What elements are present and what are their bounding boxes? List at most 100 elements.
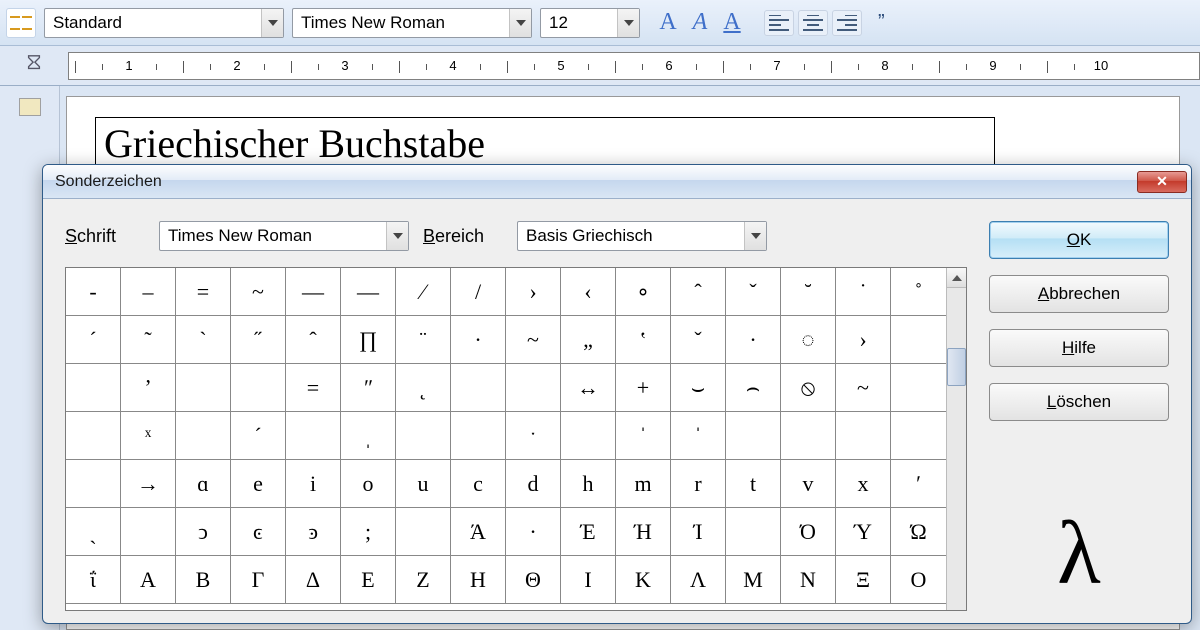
character-cell[interactable] bbox=[781, 412, 836, 460]
character-cell[interactable]: ˚ bbox=[891, 268, 946, 316]
character-cell[interactable]: Δ bbox=[286, 556, 341, 604]
character-cell[interactable]: Θ bbox=[506, 556, 561, 604]
paragraph-style-dropdown-button[interactable] bbox=[261, 9, 283, 37]
character-cell[interactable] bbox=[66, 460, 121, 508]
character-cell[interactable]: ~ bbox=[231, 268, 286, 316]
character-cell[interactable]: Ύ bbox=[836, 508, 891, 556]
character-cell[interactable] bbox=[891, 316, 946, 364]
scrollbar-up-button[interactable] bbox=[947, 268, 966, 288]
character-cell[interactable]: ͼ bbox=[231, 508, 286, 556]
dialog-font-combo[interactable]: Times New Roman bbox=[159, 221, 409, 251]
character-cell[interactable]: ʺ bbox=[341, 364, 396, 412]
character-cell[interactable]: ˘ bbox=[781, 268, 836, 316]
character-cell[interactable]: ∘ bbox=[616, 268, 671, 316]
character-cell[interactable]: Ι bbox=[561, 556, 616, 604]
character-cell[interactable]: ; bbox=[341, 508, 396, 556]
character-cell[interactable]: ´ bbox=[66, 316, 121, 364]
character-cell[interactable] bbox=[176, 364, 231, 412]
character-cell[interactable] bbox=[176, 412, 231, 460]
character-cell[interactable]: ¨ bbox=[396, 316, 451, 364]
character-cell[interactable]: Ξ bbox=[836, 556, 891, 604]
character-cell[interactable] bbox=[396, 508, 451, 556]
character-cell[interactable]: ˣ bbox=[121, 412, 176, 460]
character-cell[interactable]: ˎ bbox=[66, 508, 121, 556]
character-cell[interactable] bbox=[121, 508, 176, 556]
character-cell[interactable]: ˇ bbox=[726, 268, 781, 316]
character-cell[interactable]: ↔ bbox=[561, 364, 616, 412]
dialog-titlebar[interactable]: Sonderzeichen ✕ bbox=[43, 165, 1191, 199]
character-grid-scrollbar[interactable] bbox=[946, 268, 966, 610]
character-cell[interactable]: ⌣ bbox=[671, 364, 726, 412]
character-cell[interactable]: ∏ bbox=[341, 316, 396, 364]
paragraph-style-combo[interactable]: Standard bbox=[44, 8, 284, 38]
character-cell[interactable]: · bbox=[726, 316, 781, 364]
character-cell[interactable]: Γ bbox=[231, 556, 286, 604]
character-cell[interactable] bbox=[396, 412, 451, 460]
character-cell[interactable]: ⁄ bbox=[396, 268, 451, 316]
character-cell[interactable]: Λ bbox=[671, 556, 726, 604]
character-cell[interactable]: ʼ bbox=[121, 364, 176, 412]
character-cell[interactable]: ˈ bbox=[616, 412, 671, 460]
ok-button[interactable]: OK bbox=[989, 221, 1169, 259]
character-cell[interactable]: Ά bbox=[451, 508, 506, 556]
character-cell[interactable]: x bbox=[836, 460, 891, 508]
character-cell[interactable]: i bbox=[286, 460, 341, 508]
character-cell[interactable]: Ζ bbox=[396, 556, 451, 604]
character-cell[interactable]: d bbox=[506, 460, 561, 508]
character-cell[interactable]: ʹ bbox=[891, 460, 946, 508]
table-icon[interactable] bbox=[6, 8, 36, 38]
character-cell[interactable]: u bbox=[396, 460, 451, 508]
document-heading-text[interactable]: Griechischer Buchstabe bbox=[95, 117, 995, 170]
character-cell[interactable]: o bbox=[341, 460, 396, 508]
character-cell[interactable]: ˝ bbox=[231, 316, 286, 364]
character-cell[interactable] bbox=[836, 412, 891, 460]
character-cell[interactable]: ― bbox=[341, 268, 396, 316]
character-cell[interactable]: ‐ bbox=[66, 268, 121, 316]
character-cell[interactable]: Ν bbox=[781, 556, 836, 604]
character-cell[interactable] bbox=[286, 412, 341, 460]
character-cell[interactable]: Κ bbox=[616, 556, 671, 604]
character-cell[interactable] bbox=[726, 412, 781, 460]
character-cell[interactable]: t bbox=[726, 460, 781, 508]
character-cell[interactable]: — bbox=[286, 268, 341, 316]
font-size-dropdown-button[interactable] bbox=[617, 9, 639, 37]
character-cell[interactable]: Β bbox=[176, 556, 231, 604]
scrollbar-thumb[interactable] bbox=[947, 348, 966, 386]
character-cell[interactable]: v bbox=[781, 460, 836, 508]
character-cell[interactable]: ˜ bbox=[121, 316, 176, 364]
character-cell[interactable]: · bbox=[506, 508, 561, 556]
toolbar-overflow-icon[interactable]: ” bbox=[878, 11, 885, 34]
align-left-button[interactable] bbox=[764, 10, 794, 36]
character-cell[interactable]: = bbox=[176, 268, 231, 316]
character-cell[interactable]: – bbox=[121, 268, 176, 316]
font-size-combo[interactable]: 12 bbox=[540, 8, 640, 38]
character-cell[interactable]: ˌ bbox=[341, 412, 396, 460]
character-cell[interactable]: + bbox=[616, 364, 671, 412]
font-name-dropdown-button[interactable] bbox=[509, 9, 531, 37]
character-cell[interactable]: c bbox=[451, 460, 506, 508]
character-cell[interactable] bbox=[231, 364, 286, 412]
cancel-button[interactable]: Abbrechen bbox=[989, 275, 1169, 313]
dialog-range-dropdown-button[interactable] bbox=[744, 222, 766, 250]
delete-button[interactable]: Löschen bbox=[989, 383, 1169, 421]
character-cell[interactable] bbox=[66, 364, 121, 412]
align-right-button[interactable] bbox=[832, 10, 862, 36]
character-cell[interactable]: ‛ bbox=[616, 316, 671, 364]
character-cell[interactable]: · bbox=[451, 316, 506, 364]
character-cell[interactable]: e bbox=[231, 460, 286, 508]
bold-button[interactable]: A bbox=[654, 9, 682, 36]
character-cell[interactable] bbox=[506, 364, 561, 412]
character-cell[interactable]: ˑ bbox=[506, 412, 561, 460]
character-cell[interactable] bbox=[451, 364, 506, 412]
character-cell[interactable] bbox=[66, 412, 121, 460]
character-cell[interactable]: › bbox=[506, 268, 561, 316]
character-grid[interactable]: ‐–=~—―⁄/›‹∘ˆˇ˘˙˚´˜`˝ˆ∏¨·~„‛ˇ·◌›ʼ=ʺ˛↔+⌣⌢⦸… bbox=[66, 268, 946, 610]
character-cell[interactable]: Ε bbox=[341, 556, 396, 604]
character-cell[interactable]: r bbox=[671, 460, 726, 508]
character-cell[interactable]: Μ bbox=[726, 556, 781, 604]
dialog-close-button[interactable]: ✕ bbox=[1137, 171, 1187, 193]
character-cell[interactable]: ` bbox=[176, 316, 231, 364]
horizontal-ruler[interactable]: 12345678910 bbox=[68, 52, 1200, 80]
character-cell[interactable]: ˆ bbox=[286, 316, 341, 364]
character-cell[interactable]: → bbox=[121, 460, 176, 508]
